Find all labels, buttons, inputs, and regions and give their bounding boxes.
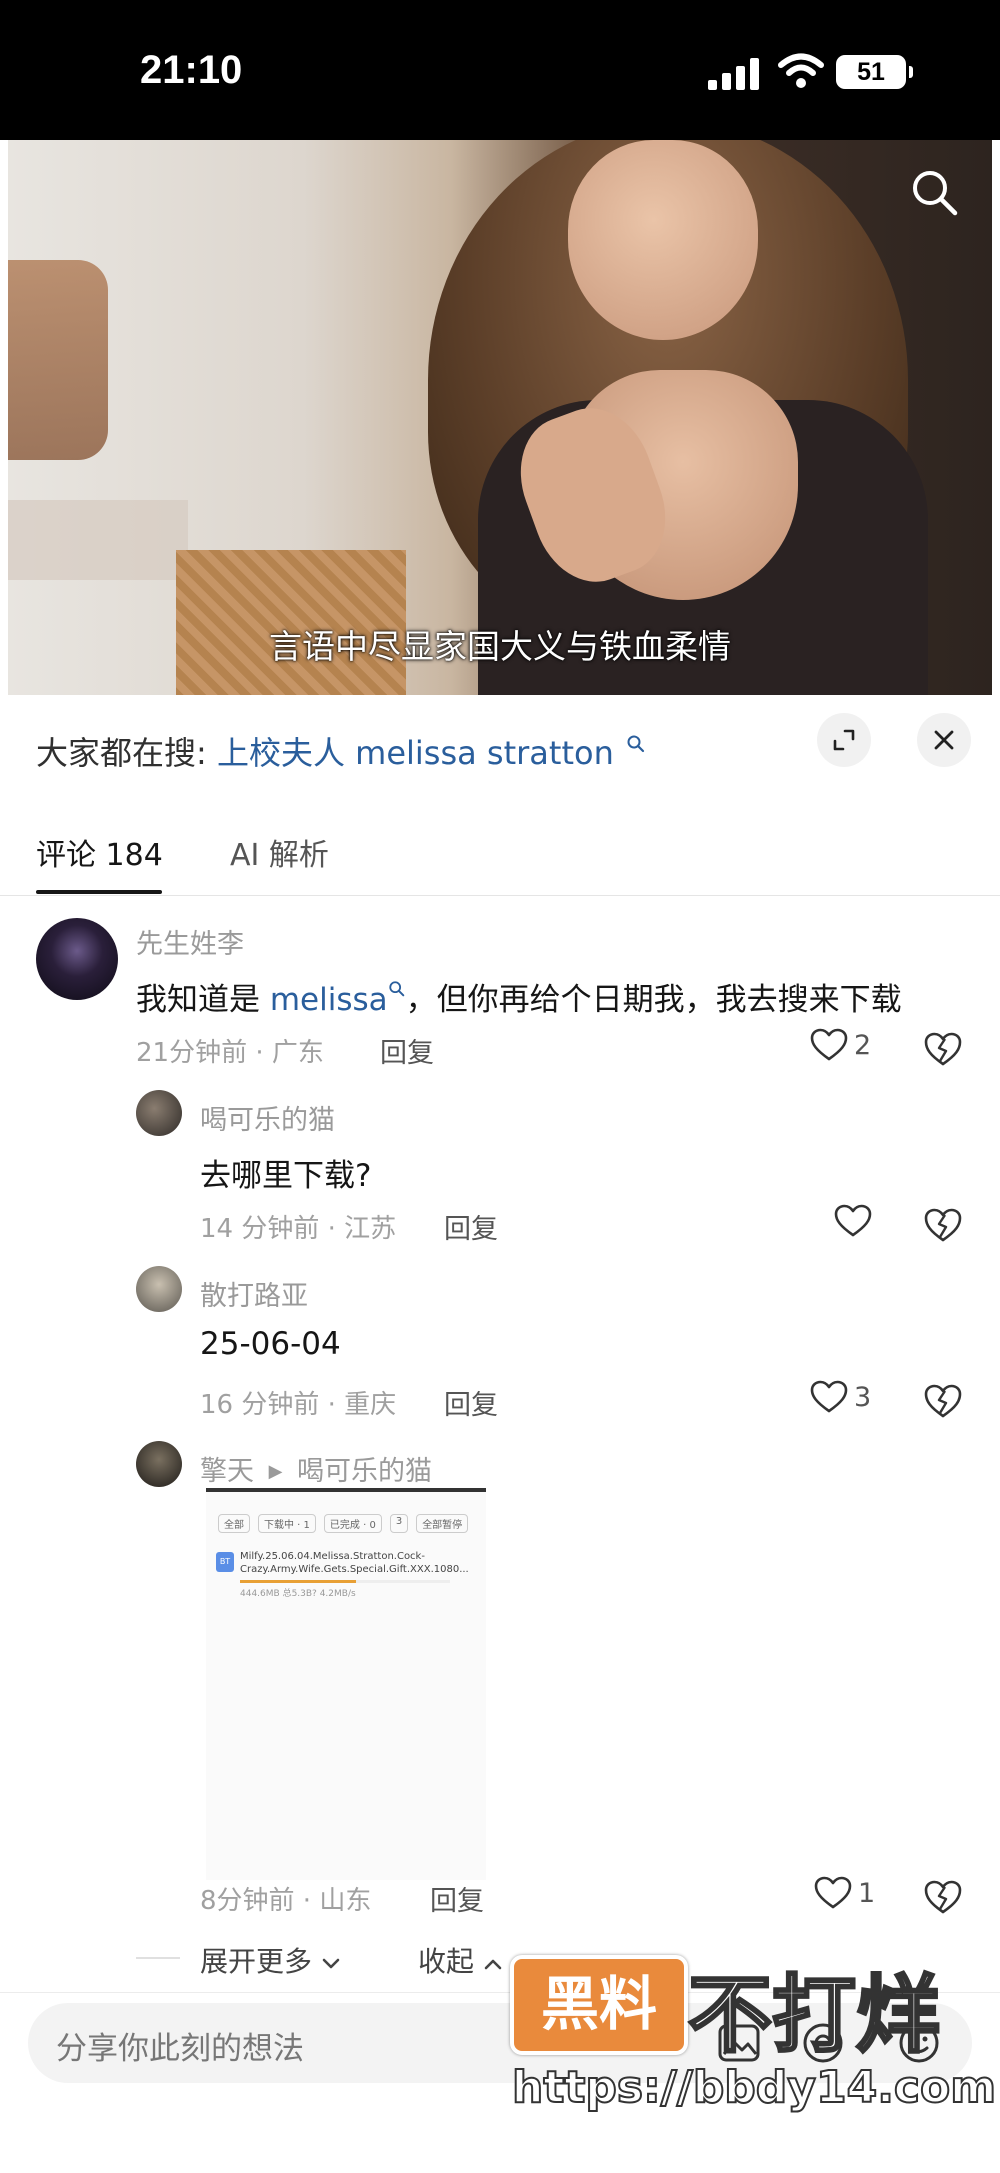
like-count: 1 — [858, 1877, 876, 1909]
video-background-table — [8, 500, 188, 580]
collapse-label: 收起 — [418, 1945, 475, 1978]
image-tab: 3 — [389, 1514, 409, 1533]
avatar[interactable] — [136, 1441, 182, 1487]
status-time: 21:10 — [140, 48, 243, 92]
trending-keyword[interactable]: 上校夫人 melissa stratton — [217, 734, 614, 772]
reply-button[interactable]: 回复 — [430, 1879, 484, 1918]
active-tab-indicator — [36, 890, 162, 894]
search-icon[interactable] — [910, 168, 958, 216]
trending-prefix: 大家都在搜: — [36, 734, 207, 772]
keyword-search-icon — [389, 981, 404, 997]
comment-text-suffix: ，但你再给个日期我，我去搜来下载 — [405, 982, 902, 1018]
expand-icon — [833, 729, 855, 751]
comment-username[interactable]: 先生姓李 — [136, 922, 244, 961]
dislike-icon[interactable] — [923, 1879, 963, 1915]
like-count: 2 — [854, 1029, 872, 1061]
comment-text-prefix: 我知道是 — [136, 982, 270, 1018]
close-button[interactable] — [917, 713, 971, 767]
tab-comments[interactable]: 评论 184 — [36, 830, 163, 874]
reply-meta: 14 分钟前 · 江苏 — [200, 1214, 397, 1244]
close-icon — [934, 730, 954, 750]
trending-search[interactable]: 大家都在搜: 上校夫人 melissa stratton — [36, 728, 646, 774]
reply-meta: 8分钟前 · 山东 — [200, 1886, 372, 1916]
download-progress-fill — [240, 1580, 356, 1583]
comment-text: 我知道是 melissa ，但你再给个日期我，我去搜来下载 — [136, 974, 902, 1019]
reply-arrow-icon: ▶ — [268, 1461, 283, 1482]
video-person-face — [568, 140, 758, 340]
image-tab: 下载中 · 1 — [258, 1514, 316, 1533]
reply-username[interactable]: 喝可乐的猫 — [200, 1098, 335, 1137]
reply-text: 去哪里下载? — [200, 1158, 372, 1194]
avatar[interactable] — [36, 918, 118, 1000]
image-tab: 已完成 · 0 — [323, 1514, 382, 1533]
video-subtitle: 言语中尽显家国大义与铁血柔情 — [269, 627, 731, 666]
tabs-divider — [0, 895, 1000, 896]
chevron-up-icon — [484, 1959, 502, 1970]
reply-button[interactable]: 回复 — [380, 1031, 434, 1070]
reply-header: 擎天 ▶ 喝可乐的猫 — [200, 1449, 432, 1488]
comment-meta: 21分钟前 · 广东 — [136, 1038, 324, 1068]
reply-button[interactable]: 回复 — [444, 1383, 498, 1422]
like-count: 3 — [854, 1381, 872, 1413]
heart-icon — [834, 1204, 872, 1237]
tab-ai-analysis[interactable]: AI 解析 — [230, 830, 329, 874]
signal-icon — [708, 58, 759, 90]
watermark-url: https://bbdy14.com — [511, 2061, 997, 2114]
reply-text: 25-06-04 — [200, 1326, 341, 1362]
image-tab: 全部 — [218, 1514, 250, 1533]
thread-line — [136, 1957, 180, 1959]
avatar[interactable] — [136, 1090, 182, 1136]
expand-more-label: 展开更多 — [200, 1945, 313, 1978]
expand-more-button[interactable]: 展开更多 — [200, 1940, 341, 1980]
file-icon: BT — [216, 1552, 234, 1572]
image-tabs: 全部 下载中 · 1 已完成 · 0 3 全部暂停 — [218, 1514, 469, 1533]
watermark-text: 不打烊 — [686, 1965, 941, 2066]
expand-button[interactable] — [817, 713, 871, 767]
video-player[interactable]: 言语中尽显家国大义与铁血柔情 — [8, 140, 992, 695]
avatar[interactable] — [136, 1266, 182, 1312]
download-progress-bar — [240, 1580, 450, 1583]
comment-keyword-link[interactable]: melissa — [270, 982, 388, 1018]
wifi-icon — [778, 53, 824, 88]
like-button[interactable]: 1 — [814, 1876, 875, 1910]
dislike-icon[interactable] — [923, 1383, 963, 1419]
collapse-button[interactable]: 收起 — [418, 1940, 503, 1980]
reply-button[interactable]: 回复 — [444, 1207, 498, 1246]
reply-username[interactable]: 擎天 — [200, 1456, 254, 1487]
heart-icon — [814, 1876, 852, 1909]
reply-meta: 16 分钟前 · 重庆 — [200, 1390, 397, 1420]
heart-icon — [810, 1380, 848, 1413]
battery-icon: 51 — [836, 55, 913, 89]
watermark-badge: 黑料 — [510, 1955, 688, 2055]
heart-icon — [810, 1028, 848, 1061]
reply-to-username[interactable]: 喝可乐的猫 — [297, 1456, 432, 1487]
chevron-down-icon — [322, 1958, 340, 1969]
image-file-name: Milfy.25.06.04.Melissa.Stratton.Cock-Cra… — [240, 1551, 469, 1575]
dislike-icon[interactable] — [923, 1031, 963, 1067]
image-tab: 全部暂停 — [416, 1514, 469, 1533]
reply-username[interactable]: 散打路亚 — [200, 1274, 308, 1313]
like-button[interactable]: 2 — [810, 1028, 871, 1062]
keyword-search-icon — [627, 735, 645, 753]
video-background-shelf — [8, 260, 108, 460]
comment-input-placeholder: 分享你此刻的想法 — [56, 2031, 304, 2067]
image-file-meta: 444.6MB 总5.3B? 4.2MB/s — [240, 1589, 356, 1599]
like-button[interactable]: 3 — [810, 1380, 871, 1414]
reply-image[interactable]: 全部 下载中 · 1 已完成 · 0 3 全部暂停 BT Milfy.25.06… — [206, 1488, 486, 1880]
dislike-icon[interactable] — [923, 1207, 963, 1243]
like-button[interactable] — [834, 1204, 878, 1238]
